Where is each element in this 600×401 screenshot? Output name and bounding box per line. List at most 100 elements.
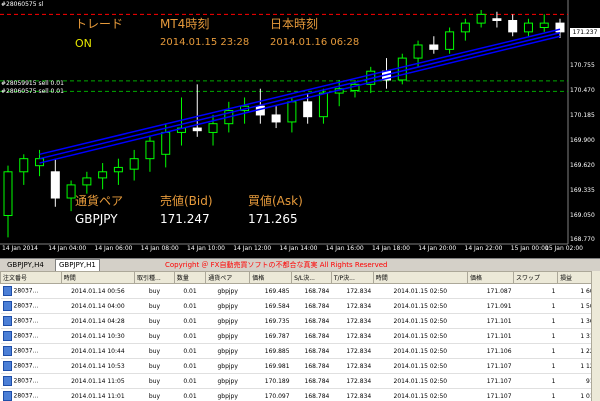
table-row[interactable]: 28037... 2014.01.14 10:30 buy 0.01 gbpjpy 169… xyxy=(0,328,600,344)
table-cell: 172.834 xyxy=(331,328,374,344)
ticket-line-label-2: #28060575 sell 0.01 xyxy=(1,88,64,95)
table-cell: 2014.01.15 02:50 xyxy=(373,388,468,401)
candle-body xyxy=(460,22,470,33)
column-header[interactable]: 数量 xyxy=(173,271,207,284)
table-cell: 169.735 xyxy=(249,313,292,329)
jp-time-value: 2014.01.16 06:28 xyxy=(270,37,360,48)
table-cell: buy xyxy=(134,313,175,329)
candle-body xyxy=(429,44,439,50)
trade-history-table[interactable]: 注文番号 時間 取引種... 数量 通貨ペア 価格 S/L決... T/P決... 時間 価格 スワ… xyxy=(0,271,600,401)
column-header[interactable]: T/P決... xyxy=(330,271,374,284)
table-cell: 2014.01.14 10:44 xyxy=(61,343,135,359)
column-header[interactable]: スワップ xyxy=(513,271,558,284)
y-tick-label: 170.755 xyxy=(570,62,595,70)
order-number: 28037... xyxy=(13,377,39,385)
table-cell: 1 xyxy=(513,298,558,314)
candle-body xyxy=(50,171,60,199)
candle-body xyxy=(113,166,123,173)
table-cell: 169.981 xyxy=(249,358,292,374)
order-icon xyxy=(2,346,12,356)
table-cell: 2014.01.14 11:01 xyxy=(61,388,135,401)
table-cell: 172.834 xyxy=(331,373,374,389)
table-cell: 169.885 xyxy=(249,343,292,359)
table-cell: 171.107 xyxy=(467,358,514,374)
table-cell: gbpjpy xyxy=(205,388,250,401)
table-cell: buy xyxy=(134,388,175,401)
table-row[interactable]: 28037... 2014.01.14 04:28 buy 0.01 gbpjpy 169… xyxy=(0,313,600,329)
candle-body xyxy=(82,177,92,186)
table-cell: 168.784 xyxy=(291,388,332,401)
table-cell: gbpjpy xyxy=(205,298,250,314)
table-cell: 0.01 xyxy=(174,283,206,299)
column-header[interactable]: 価格 xyxy=(249,271,293,284)
pair-value: GBPJPY xyxy=(75,212,118,226)
current-price-box: 171.237 xyxy=(570,28,600,37)
column-header[interactable]: 価格 xyxy=(466,271,515,284)
table-cell: gbpjpy xyxy=(205,358,250,374)
table-cell: 1 xyxy=(513,343,558,359)
table-cell: 2014.01.15 02:50 xyxy=(373,358,468,374)
table-row[interactable]: 28037... 2014.01.14 10:53 buy 0.01 gbpjpy 169… xyxy=(0,358,600,374)
table-cell: 2014.01.15 02:50 xyxy=(373,313,468,329)
order-icon xyxy=(2,286,12,296)
pair-label: 通貨ペア xyxy=(75,194,124,208)
tab-gbpjpy-h4[interactable]: GBPJPY,H4 xyxy=(4,260,47,270)
table-cell: 2014.01.14 00:56 xyxy=(61,283,135,299)
table-scrollbar[interactable] xyxy=(591,271,600,401)
table-cell: 2014.01.14 04:00 xyxy=(61,298,135,314)
y-tick-label: 169.900 xyxy=(570,137,595,145)
table-cell: buy xyxy=(134,298,175,314)
table-cell: 0.01 xyxy=(174,388,206,401)
column-header[interactable]: 時間 xyxy=(372,271,468,284)
order-icon xyxy=(2,361,12,371)
table-cell: 2014.01.14 10:30 xyxy=(61,328,135,344)
candle-body xyxy=(161,131,171,155)
table-cell: 168.784 xyxy=(291,298,332,314)
column-header[interactable]: S/L決... xyxy=(291,271,332,284)
table-cell: 1 xyxy=(513,373,558,389)
table-row[interactable]: 28037... 2014.01.14 11:05 buy 0.01 gbpjpy 170… xyxy=(0,373,600,389)
table-cell: 0.01 xyxy=(174,328,206,344)
x-tick-label: 14 Jan 06:00 xyxy=(94,245,133,252)
column-header[interactable]: 取引種... xyxy=(134,271,175,284)
table-cell: 171.101 xyxy=(467,313,514,329)
y-tick-label: 170.470 xyxy=(570,87,595,95)
table-cell: 0.01 xyxy=(174,313,206,329)
table-cell: 169.485 xyxy=(249,283,292,299)
table-row[interactable]: 28037... 2014.01.14 00:56 buy 0.01 gbpjpy 169… xyxy=(0,283,600,299)
table-row[interactable]: 28037... 2014.01.14 10:44 buy 0.01 gbpjpy 169… xyxy=(0,343,600,359)
tab-gbpjpy-h1[interactable]: GBPJPY,H1 xyxy=(55,259,100,271)
table-cell: 1 xyxy=(513,328,558,344)
column-header[interactable]: 注文番号 xyxy=(0,271,62,284)
table-cell: 0.01 xyxy=(174,343,206,359)
x-tick-label: 14 Jan 10:00 xyxy=(187,245,225,252)
x-tick-label: 15 Jan 02:00 xyxy=(545,245,583,252)
table-cell: 171.107 xyxy=(467,388,514,401)
table-cell: 28037... xyxy=(0,358,62,374)
column-header[interactable]: 時間 xyxy=(60,271,136,284)
column-header[interactable]: 通貨ペア xyxy=(205,271,251,284)
table-cell: 2014.01.14 10:53 xyxy=(61,358,135,374)
jp-time-label: 日本時刻 xyxy=(270,17,319,31)
table-cell: 28037... xyxy=(0,328,62,344)
y-tick-label: 168.770 xyxy=(570,236,595,243)
channel-line xyxy=(39,35,561,164)
table-row[interactable]: 28037... 2014.01.14 04:00 buy 0.01 gbpjpy 169… xyxy=(0,298,600,314)
order-number: 28037... xyxy=(13,362,39,370)
bid-label: 売値(Bid) xyxy=(160,194,213,208)
price-chart[interactable]: #28060575 sl #28059915 sell 0.01 #280605… xyxy=(0,0,600,258)
table-cell: gbpjpy xyxy=(205,313,250,329)
table-row[interactable]: 28037... 2014.01.14 11:01 buy 0.01 gbpjpy 170… xyxy=(0,388,600,401)
order-number: 28037... xyxy=(13,392,39,400)
table-cell: 2014.01.15 02:50 xyxy=(373,283,468,299)
table-cell: 28037... xyxy=(0,373,62,389)
candle-body xyxy=(492,18,502,21)
table-cell: 171.087 xyxy=(467,283,514,299)
order-number: 28037... xyxy=(13,317,39,325)
ticket-line-label-1: #28059915 sell 0.01 xyxy=(1,80,64,87)
table-cell: 1 xyxy=(513,388,558,401)
table-cell: 0.01 xyxy=(174,298,206,314)
table-header: 注文番号 時間 取引種... 数量 通貨ペア 価格 S/L決... T/P決... 時間 価格 スワ… xyxy=(0,271,600,284)
table-cell: 170.097 xyxy=(249,388,292,401)
table-cell: 172.834 xyxy=(331,313,374,329)
